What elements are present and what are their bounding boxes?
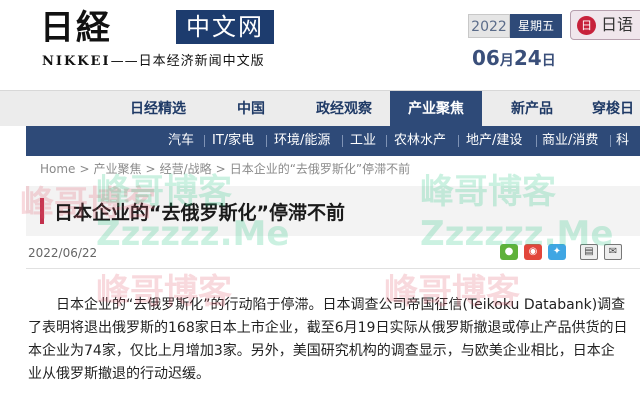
nav-item-industry[interactable]: 产业聚焦	[390, 91, 482, 127]
article-title: 日本企业的“去俄罗斯化”停滞不前	[54, 202, 345, 224]
breadcrumb-separator: >	[215, 162, 226, 176]
subnav-divider	[342, 135, 343, 147]
subnav-item-energy[interactable]: 环境/能源	[274, 126, 330, 156]
current-date: 06月24日	[472, 46, 556, 70]
subnav-item-auto[interactable]: 汽车	[168, 126, 194, 156]
wechat-icon[interactable]: ●	[500, 244, 518, 260]
subnav-item-commerce[interactable]: 商业/消费	[542, 126, 598, 156]
subnav-item-industry[interactable]: 工业	[350, 126, 376, 156]
japanese-site-label: 日语	[601, 15, 634, 34]
article-tools: ▤ ✉	[580, 244, 622, 260]
subnav-divider	[266, 135, 267, 147]
share-buttons: ● ◉ ✦	[500, 244, 566, 260]
nav-item-china[interactable]: 中国	[206, 91, 296, 127]
sub-nav: 汽车 IT/家电 环境/能源 工业 农林水产 地产/建设 商业/消费 科学	[26, 126, 640, 178]
day-unit: 日	[541, 53, 556, 69]
subnav-divider	[458, 135, 459, 147]
nav-item-politics[interactable]: 政经观察	[298, 91, 390, 127]
day-number: 24	[513, 46, 542, 70]
breadcrumb-strategy[interactable]: 经营/战略	[160, 162, 212, 176]
japan-flag-icon: 日	[577, 16, 596, 35]
article-title-box: 日本企业的“去俄罗斯化”停滞不前	[26, 186, 640, 236]
nikkei-logo[interactable]: 日経	[40, 8, 112, 48]
nav-item-new-products[interactable]: 新产品	[486, 91, 578, 127]
logo-chinese-site[interactable]: 中文网	[176, 10, 274, 44]
weibo-icon[interactable]: ◉	[524, 244, 542, 260]
subnav-divider	[536, 135, 537, 147]
date-box: 2022 星期五	[468, 14, 562, 38]
email-icon[interactable]: ✉	[604, 244, 622, 260]
title-accent-bar	[40, 198, 44, 224]
breadcrumb-separator: >	[145, 162, 156, 176]
japanese-site-button[interactable]: 日 日语	[570, 10, 640, 40]
logo-subtitle-en: NIKKEI	[42, 54, 111, 69]
subnav-item-agriculture[interactable]: 农林水产	[394, 126, 446, 156]
breadcrumb-industry[interactable]: 产业聚焦	[94, 162, 142, 176]
main-nav: 日经精选 中国 政经观察 产业聚焦 新产品 穿梭日	[0, 90, 640, 127]
divider	[26, 268, 640, 269]
print-icon[interactable]: ▤	[580, 244, 598, 260]
subnav-divider	[204, 135, 205, 147]
breadcrumb-separator: >	[79, 162, 90, 176]
article-body: 日本企业的“去俄罗斯化”的行动陷于停滞。日本调查公司帝国征信(Teikoku D…	[28, 297, 628, 382]
subnav-divider	[386, 135, 387, 147]
nav-item-picks[interactable]: 日经精选	[112, 91, 204, 127]
year-label: 2022	[468, 14, 510, 38]
month-unit: 月	[499, 53, 514, 69]
subnav-item-it[interactable]: IT/家电	[212, 126, 254, 156]
publish-date: 2022/06/22	[28, 246, 98, 260]
subnav-divider	[610, 135, 611, 147]
logo-subtitle-cn: ——日本经济新闻中文版	[110, 54, 265, 69]
breadcrumb-home[interactable]: Home	[40, 162, 75, 176]
subnav-item-science[interactable]: 科学	[616, 126, 640, 178]
weekday-label: 星期五	[510, 14, 562, 38]
subnav-item-realestate[interactable]: 地产/建设	[466, 126, 522, 156]
breadcrumb: Home > 产业聚焦 > 经营/战略 > 日本企业的“去俄罗斯化”停滞不前	[40, 160, 410, 177]
month-number: 06	[472, 46, 500, 70]
breadcrumb-current: 日本企业的“去俄罗斯化”停滞不前	[229, 162, 411, 176]
nav-item-travel[interactable]: 穿梭日	[582, 91, 640, 127]
logo-subtitle: NIKKEI——日本经济新闻中文版	[42, 50, 265, 69]
site-header: 日経 中文网 NIKKEI——日本经济新闻中文版 2022 星期五 日 日语 0…	[0, 0, 640, 88]
twitter-icon[interactable]: ✦	[548, 244, 566, 260]
